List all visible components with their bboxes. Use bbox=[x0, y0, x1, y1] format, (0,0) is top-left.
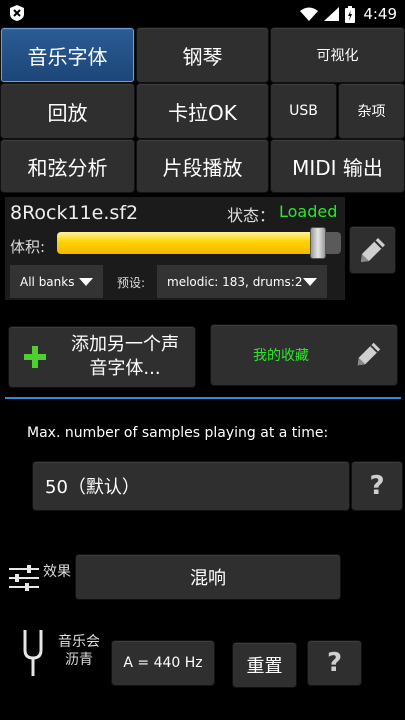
max-samples-help-button[interactable]: ? bbox=[352, 462, 402, 510]
tab-label: 卡拉OK bbox=[168, 100, 237, 125]
battery-icon bbox=[345, 5, 356, 23]
section-divider bbox=[5, 397, 401, 399]
app-notification-icon bbox=[10, 5, 24, 21]
help-icon: ? bbox=[326, 648, 343, 678]
effects-label: 效果 bbox=[43, 564, 71, 580]
tab-piano[interactable]: 钢琴 bbox=[137, 28, 268, 82]
tab-label: 钢琴 bbox=[182, 44, 223, 69]
status-label: 状态： bbox=[227, 206, 276, 225]
tab-label: 和弦分析 bbox=[27, 155, 108, 180]
tab-soundfonts[interactable]: 音乐字体 bbox=[1, 28, 134, 82]
signal-icon bbox=[324, 7, 340, 21]
tab-label: MIDI 输出 bbox=[292, 155, 383, 180]
concert-pitch-label: 音乐会 沥青 bbox=[58, 633, 100, 669]
max-samples-value: 50（默认） bbox=[45, 477, 140, 498]
reset-label: 重置 bbox=[246, 656, 283, 677]
volume-slider-fill bbox=[57, 232, 318, 254]
bank-select-value: All banks bbox=[20, 274, 75, 289]
tab-label: 片段播放 bbox=[162, 155, 243, 180]
tab-playback[interactable]: 回放 bbox=[1, 84, 134, 138]
tab-midi-output[interactable]: MIDI 输出 bbox=[271, 140, 404, 192]
max-samples-button[interactable]: 50（默认） bbox=[33, 462, 349, 510]
add-soundfont-button[interactable]: 添加另一个声 音字体... bbox=[9, 327, 195, 387]
status-value: Loaded bbox=[279, 202, 338, 221]
wifi-icon bbox=[300, 7, 319, 21]
favorites-button[interactable]: 我的收藏 bbox=[211, 325, 397, 385]
reset-pitch-button[interactable]: 重置 bbox=[233, 643, 296, 687]
equalizer-icon bbox=[9, 565, 39, 591]
tab-usb[interactable]: USB bbox=[271, 84, 336, 138]
concert-pitch-button[interactable]: A = 440 Hz bbox=[112, 641, 214, 685]
status-icons: 4:49 bbox=[300, 4, 397, 24]
concert-pitch-value: A = 440 Hz bbox=[123, 655, 203, 671]
tuning-fork-icon bbox=[23, 630, 43, 676]
max-samples-label: Max. number of samples playing at a time… bbox=[27, 425, 329, 441]
tab-label: 可视化 bbox=[316, 48, 359, 64]
status-bar: 4:49 bbox=[0, 0, 405, 28]
concert-pitch-label-line2: 沥青 bbox=[65, 652, 93, 668]
tab-label: 回放 bbox=[47, 100, 88, 125]
concert-pitch-label-line1: 音乐会 bbox=[58, 634, 100, 650]
pitch-help-button[interactable]: ? bbox=[308, 641, 361, 685]
tab-label: USB bbox=[289, 103, 318, 119]
edit-soundfont-button[interactable] bbox=[350, 227, 395, 273]
reverb-button[interactable]: 混响 bbox=[76, 555, 340, 599]
favorites-label: 我的收藏 bbox=[253, 348, 309, 364]
volume-slider[interactable] bbox=[57, 227, 341, 259]
bank-select[interactable]: All banks bbox=[10, 265, 103, 298]
tab-label: 杂项 bbox=[357, 104, 386, 120]
pencil-icon bbox=[357, 342, 381, 366]
tab-label: 音乐字体 bbox=[27, 44, 108, 69]
clock: 4:49 bbox=[363, 5, 397, 23]
soundfont-file-name: 8Rock11e.sf2 bbox=[10, 202, 139, 224]
preset-select-value: melodic: 183, drums:2 bbox=[167, 274, 303, 289]
preset-select[interactable]: melodic: 183, drums:2 bbox=[157, 265, 327, 298]
tab-misc[interactable]: 杂项 bbox=[339, 84, 404, 138]
tab-karaoke[interactable]: 卡拉OK bbox=[137, 84, 268, 138]
tab-chord-analysis[interactable]: 和弦分析 bbox=[1, 140, 134, 192]
reverb-label: 混响 bbox=[190, 568, 226, 589]
preset-label: 预设: bbox=[117, 276, 146, 290]
add-soundfont-label: 添加另一个声 音字体... bbox=[59, 333, 191, 381]
chevron-down-icon bbox=[79, 278, 93, 286]
volume-slider-thumb[interactable] bbox=[310, 227, 326, 259]
add-soundfont-label-line1: 添加另一个声 bbox=[71, 334, 179, 355]
chevron-down-icon bbox=[303, 278, 317, 286]
add-soundfont-label-line2: 音字体... bbox=[89, 358, 161, 379]
help-icon: ? bbox=[369, 471, 385, 501]
pencil-icon bbox=[360, 238, 385, 262]
tab-visualization[interactable]: 可视化 bbox=[271, 28, 404, 82]
tab-segment-playback[interactable]: 片段播放 bbox=[137, 140, 268, 192]
volume-label: 体积: bbox=[10, 238, 46, 256]
plus-icon bbox=[24, 346, 46, 368]
